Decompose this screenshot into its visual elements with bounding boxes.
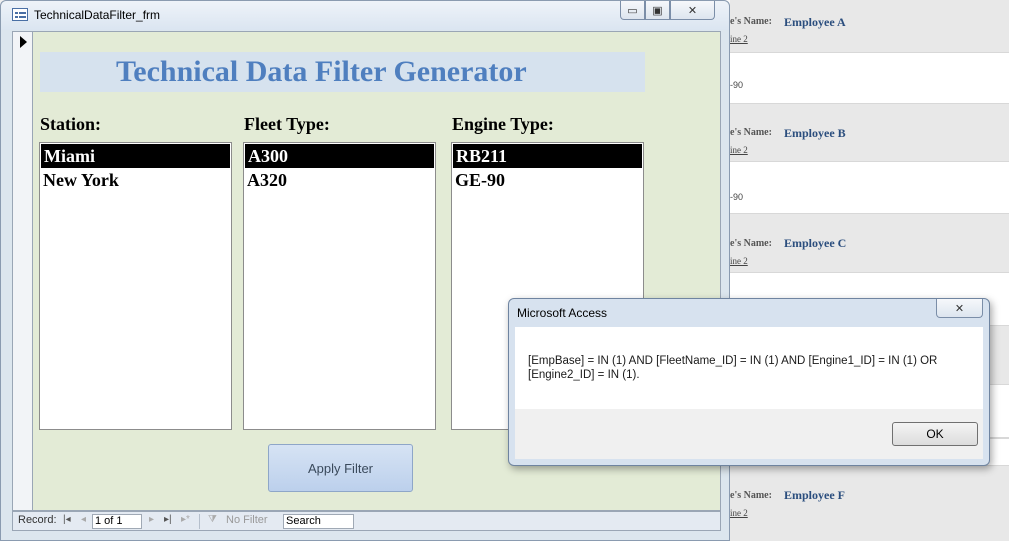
current-record-field[interactable]: 1 of 1: [92, 514, 142, 529]
employee-name-value: Employee C: [784, 236, 847, 250]
station-label: Station:: [40, 114, 102, 134]
engine-link[interactable]: ine 2: [730, 256, 748, 266]
message-dialog: Microsoft Access ✕ [EmpBase] = IN (1) AN…: [508, 298, 990, 466]
report-record-c: e's Name: Employee C ine 2: [730, 214, 1009, 272]
engine-option-ge90[interactable]: GE-90: [452, 168, 643, 192]
record-navigation-bar: Record: |◂ ◂ 1 of 1 ▸ ▸| ▸* ⧩ No Filter …: [12, 511, 721, 531]
nav-separator: [199, 514, 200, 529]
station-option-new-york[interactable]: New York: [40, 168, 231, 192]
report-record-a: e's Name: Employee A ine 2: [730, 0, 1009, 52]
filter-icon: ⧩: [208, 514, 217, 525]
station-listbox[interactable]: Miami New York: [39, 142, 232, 430]
dialog-close-button[interactable]: ✕: [936, 299, 983, 318]
employee-name-value: Employee A: [784, 15, 846, 29]
minimize-button[interactable]: ▭: [620, 1, 645, 20]
engine-link[interactable]: ine 2: [730, 508, 748, 518]
current-record-arrow-icon: [20, 36, 27, 48]
fleet-option-a300[interactable]: A300: [245, 144, 434, 168]
station-option-miami[interactable]: Miami: [41, 144, 230, 168]
next-record-icon[interactable]: ▸: [149, 514, 154, 525]
form-header: Technical Data Filter Generator: [40, 52, 645, 92]
employee-name-label: e's Name:: [730, 127, 772, 138]
new-record-icon[interactable]: ▸*: [181, 514, 190, 525]
report-record-f: e's Name: Employee F ine 2: [730, 466, 1009, 541]
apply-filter-button[interactable]: Apply Filter: [268, 444, 413, 492]
dialog-footer: OK: [515, 409, 983, 459]
search-input[interactable]: Search: [283, 514, 354, 529]
fleet-type-listbox[interactable]: A300 A320: [243, 142, 436, 430]
employee-name-label: e's Name:: [730, 238, 772, 249]
engine-option-rb211[interactable]: RB211: [453, 144, 642, 168]
engine-value: -90: [730, 80, 744, 90]
dialog-title: Microsoft Access: [517, 306, 608, 320]
close-button[interactable]: ✕: [670, 1, 715, 20]
dialog-content: [EmpBase] = IN (1) AND [FleetName_ID] = …: [515, 327, 983, 409]
record-label: Record:: [18, 514, 57, 526]
window-buttons: ▭ ▣ ✕: [620, 1, 715, 21]
previous-record-icon[interactable]: ◂: [81, 514, 86, 525]
engine-type-label: Engine Type:: [452, 114, 554, 134]
record-selector[interactable]: [13, 32, 33, 510]
form-window-title: TechnicalDataFilter_frm: [34, 8, 161, 22]
employee-name-label: e's Name:: [730, 16, 772, 27]
employee-name-label: e's Name:: [730, 490, 772, 501]
report-record-b: e's Name: Employee B ine 2: [730, 104, 1009, 161]
engine-link[interactable]: ine 2: [730, 145, 748, 155]
report-detail-a: -90: [730, 52, 1009, 104]
report-detail-b: -90: [730, 161, 1009, 214]
dialog-message: [EmpBase] = IN (1) AND [FleetName_ID] = …: [528, 355, 938, 381]
fleet-type-label: Fleet Type:: [244, 114, 330, 134]
engine-link[interactable]: ine 2: [730, 34, 748, 44]
employee-name-value: Employee B: [784, 126, 846, 140]
no-filter-button[interactable]: No Filter: [226, 514, 268, 526]
engine-value: -90: [730, 192, 744, 202]
form-icon: [12, 8, 28, 21]
restore-button[interactable]: ▣: [645, 1, 670, 20]
first-record-icon[interactable]: |◂: [63, 514, 71, 525]
fleet-option-a320[interactable]: A320: [244, 168, 435, 192]
last-record-icon[interactable]: ▸|: [164, 514, 172, 525]
form-heading: Technical Data Filter Generator: [116, 55, 527, 88]
employee-name-value: Employee F: [784, 488, 845, 502]
ok-button[interactable]: OK: [892, 422, 978, 446]
